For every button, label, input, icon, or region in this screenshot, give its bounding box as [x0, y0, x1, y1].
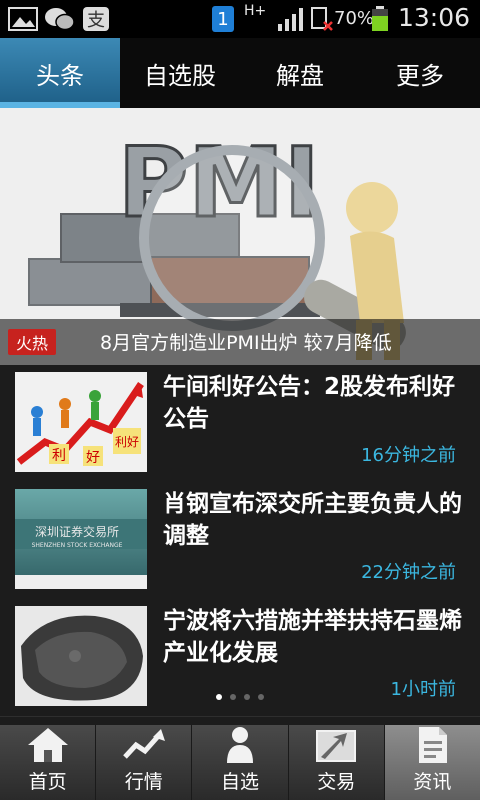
news-item[interactable]: 利 好 利好 午间利好公告：2股发布利好公告 16分钟之前	[0, 365, 480, 483]
svg-text:深圳证券交易所: 深圳证券交易所	[35, 524, 119, 539]
hero-caption: 火热 8月官方制造业PMI出炉 较7月降低	[0, 319, 480, 365]
tab-label: 自选股	[144, 61, 216, 90]
svg-text:好: 好	[86, 450, 100, 466]
carousel-dot	[244, 694, 250, 700]
tab-analysis[interactable]: 解盘	[240, 38, 360, 108]
status-bar: 支 1 H+ 70% 13:06	[0, 0, 480, 38]
nav-market[interactable]: 行情	[96, 725, 193, 800]
news-title: 午间利好公告：2股发布利好公告	[163, 374, 456, 432]
tab-label: 头条	[36, 61, 84, 90]
battery-icon	[372, 6, 388, 31]
person-icon	[227, 727, 253, 763]
hero-title: 8月官方制造业PMI出炉 较7月降低	[100, 332, 392, 354]
tab-headlines[interactable]: 头条	[0, 38, 120, 108]
battery-percent: 70%	[334, 8, 375, 29]
nav-label: 资讯	[413, 771, 452, 793]
svg-text:利: 利	[52, 448, 66, 464]
nav-trade[interactable]: 交易	[289, 725, 385, 800]
tab-more[interactable]: 更多	[360, 38, 480, 108]
alipay-icon: 支	[83, 7, 109, 31]
carousel-dot	[230, 694, 236, 700]
news-item[interactable]: 深圳证券交易所 SHENZHEN STOCK EXCHANGE 肖钢宣布深交所主…	[0, 482, 480, 600]
clock: 13:06	[398, 3, 471, 32]
bottom-nav: 首页 行情 自选 交易 资讯	[0, 725, 480, 800]
news-time: 1小时前	[390, 679, 456, 700]
svg-text:利好: 利好	[115, 435, 139, 449]
trend-icon	[122, 729, 165, 759]
svg-text:支: 支	[87, 10, 105, 31]
svg-text:SHENZHEN STOCK EXCHANGE: SHENZHEN STOCK EXCHANGE	[32, 542, 123, 549]
wechat-icon	[45, 8, 75, 31]
news-title: 宁波将六措施并举扶持石墨烯产业化发展	[163, 608, 462, 666]
sim-error-icon	[311, 7, 333, 31]
nav-label: 交易	[317, 771, 356, 793]
notification-badge: 1	[212, 6, 234, 32]
carousel-indicator	[216, 694, 264, 700]
nav-label: 行情	[124, 771, 163, 793]
nav-home[interactable]: 首页	[0, 725, 97, 800]
news-time: 22分钟之前	[361, 562, 456, 583]
tab-label: 更多	[396, 61, 444, 90]
nav-label: 自选	[221, 771, 260, 793]
news-thumbnail: 利 好 利好	[15, 372, 147, 472]
hero-banner[interactable]: PMI 火热 8月官方制造业PMI出炉 较7月降低	[0, 108, 480, 365]
carousel-dot	[216, 694, 222, 700]
news-title: 肖钢宣布深交所主要负责人的调整	[163, 491, 462, 549]
tab-watchlist[interactable]: 自选股	[120, 38, 240, 108]
nav-watchlist[interactable]: 自选	[192, 725, 289, 800]
home-icon	[27, 728, 68, 762]
document-icon	[419, 727, 448, 763]
nav-news[interactable]: 资讯	[384, 725, 480, 800]
news-thumbnail	[15, 606, 147, 706]
carousel-dot	[258, 694, 264, 700]
gallery-icon	[8, 7, 38, 31]
news-thumbnail: 深圳证券交易所 SHENZHEN STOCK EXCHANGE	[15, 489, 147, 589]
top-tabs: 头条 自选股 解盘 更多	[0, 38, 480, 108]
signal-icon	[278, 8, 303, 31]
news-time: 16分钟之前	[361, 445, 456, 466]
network-type: H+	[244, 3, 267, 19]
nav-label: 首页	[28, 771, 67, 793]
exchange-icon	[316, 730, 357, 762]
hot-badge: 火热	[8, 329, 56, 355]
tab-label: 解盘	[276, 61, 324, 90]
